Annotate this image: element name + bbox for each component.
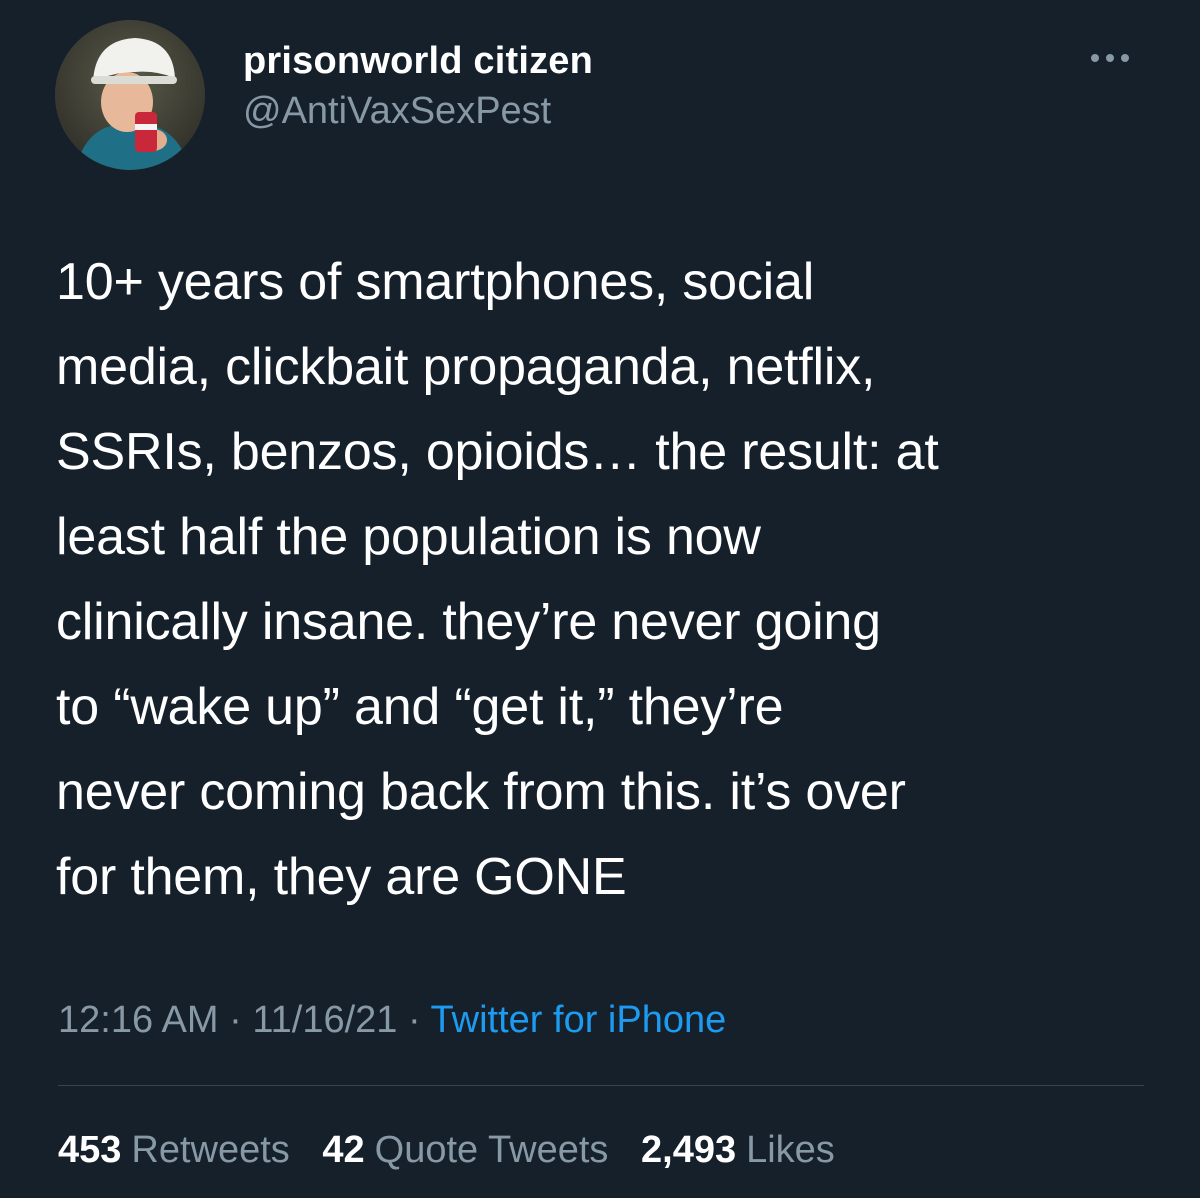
tweet-time[interactable]: 12:16 AM xyxy=(58,999,219,1041)
author-display-name[interactable]: prisonworld citizen xyxy=(243,38,593,84)
likes-label: Likes xyxy=(746,1129,835,1171)
tweet-date[interactable]: 11/16/21 xyxy=(252,999,397,1041)
tweet-header: prisonworld citizen @AntiVaxSexPest xyxy=(55,20,1145,180)
meta-separator: · xyxy=(408,999,421,1041)
meta-separator: · xyxy=(229,999,242,1041)
retweets-stat[interactable]: 453 Retweets xyxy=(58,1125,290,1175)
avatar-image xyxy=(55,20,205,170)
quote-tweets-label: Quote Tweets xyxy=(374,1129,609,1171)
likes-stat[interactable]: 2,493 Likes xyxy=(641,1125,835,1175)
author-names: prisonworld citizen @AntiVaxSexPest xyxy=(243,38,593,134)
tweet-source-link[interactable]: Twitter for iPhone xyxy=(431,999,727,1041)
avatar[interactable] xyxy=(55,20,205,170)
divider xyxy=(58,1085,1144,1086)
author-handle[interactable]: @AntiVaxSexPest xyxy=(243,88,593,134)
tweet-text: 10+ years of smartphones, social media, … xyxy=(56,253,939,906)
tweet-stats: 453 Retweets 42 Quote Tweets 2,493 Likes xyxy=(58,1125,857,1175)
more-horizontal-icon[interactable] xyxy=(1085,48,1135,68)
likes-count: 2,493 xyxy=(641,1129,737,1171)
retweets-label: Retweets xyxy=(131,1129,290,1171)
retweets-count: 453 xyxy=(58,1129,122,1171)
quote-tweets-stat[interactable]: 42 Quote Tweets xyxy=(322,1125,608,1175)
quote-tweets-count: 42 xyxy=(322,1129,365,1171)
tweet-meta: 12:16 AM · 11/16/21 · Twitter for iPhone xyxy=(58,995,726,1045)
tweet: prisonworld citizen @AntiVaxSexPest 10+ … xyxy=(0,0,1200,1198)
